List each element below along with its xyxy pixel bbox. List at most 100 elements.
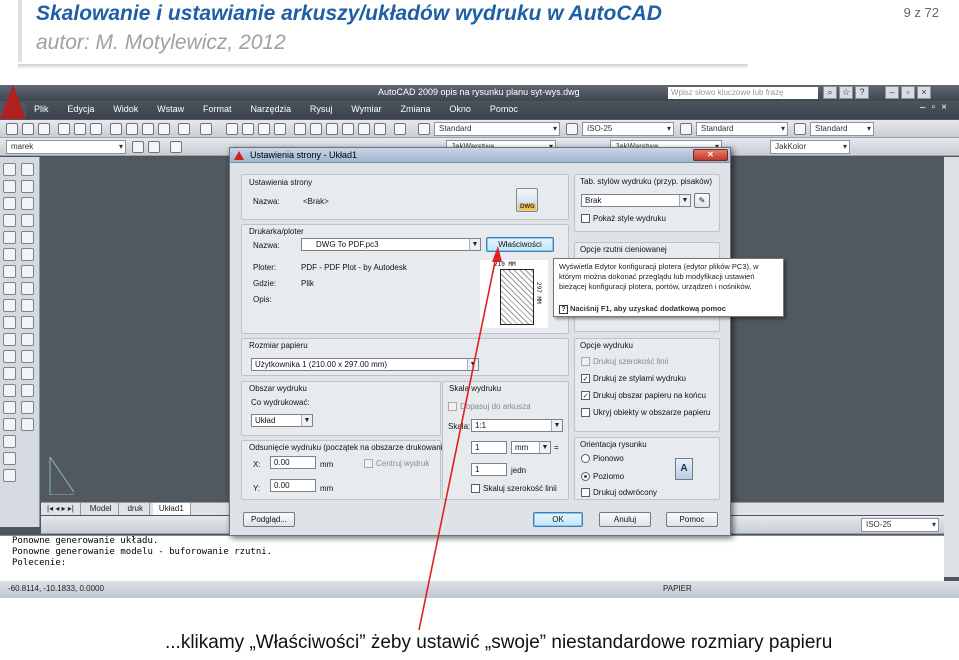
fit-to-paper-checkbox[interactable]: [448, 402, 457, 411]
plot-preview-icon[interactable]: [74, 123, 86, 135]
dim-style-select[interactable]: ISO-25: [582, 122, 674, 136]
center-plot-checkbox[interactable]: [364, 459, 373, 468]
menu-format[interactable]: Format: [195, 102, 240, 116]
document-window-controls[interactable]: –▫×: [920, 102, 953, 113]
text-style-icon[interactable]: [418, 123, 430, 135]
plot-with-styles-checkbox[interactable]: ✓: [581, 374, 590, 383]
zoom-previous-icon[interactable]: [274, 123, 286, 135]
layer-manager-icon[interactable]: [148, 141, 160, 153]
zoom-window-icon[interactable]: [258, 123, 270, 135]
workspace-select[interactable]: marek: [6, 140, 126, 154]
mleader-style-icon[interactable]: [794, 123, 806, 135]
landscape-radio[interactable]: [581, 472, 590, 481]
markup-icon[interactable]: [358, 123, 370, 135]
plot-paperspace-last-checkbox[interactable]: ✓: [581, 391, 590, 400]
plotter-device-select[interactable]: DWG To PDF.pc3 ▼: [301, 238, 481, 251]
make-block-icon[interactable]: [3, 367, 16, 380]
edit-plot-style-button[interactable]: ✎: [694, 193, 710, 208]
open-icon[interactable]: [22, 123, 34, 135]
extend-icon[interactable]: [21, 333, 34, 346]
rotate-icon[interactable]: [21, 265, 34, 278]
tab-druk[interactable]: druk: [121, 503, 150, 515]
space-toggle[interactable]: PAPIER: [663, 584, 692, 593]
menu-wstaw[interactable]: Wstaw: [149, 102, 192, 116]
trim-icon[interactable]: [21, 316, 34, 329]
pan-icon[interactable]: [226, 123, 238, 135]
revision-cloud-icon[interactable]: [3, 282, 16, 295]
snap-dimstyle-select[interactable]: ISO-25: [861, 518, 939, 532]
copy-icon[interactable]: [126, 123, 138, 135]
ellipse-arc-icon[interactable]: [3, 333, 16, 346]
help-search-input[interactable]: Wpisz słowo kluczowe lub frazę: [668, 87, 818, 99]
tab-nav[interactable]: |◂ ◂ ▸ ▸|: [41, 503, 81, 515]
paper-size-select[interactable]: Użytkownika 1 (210.00 x 297.00 mm) ▼: [251, 358, 479, 371]
menu-zmiana[interactable]: Zmiana: [393, 102, 439, 116]
fillet-icon[interactable]: [21, 401, 34, 414]
tab-uklad1[interactable]: Układ1: [152, 503, 191, 515]
scale-unit-select[interactable]: mm ▼: [511, 441, 551, 454]
plot-style-table-select[interactable]: Brak ▼: [581, 194, 691, 207]
redo-icon[interactable]: [200, 123, 212, 135]
hatch-icon[interactable]: [3, 401, 16, 414]
star-icon[interactable]: ☆: [839, 86, 853, 99]
menu-pomoc[interactable]: Pomoc: [482, 102, 526, 116]
table-icon[interactable]: [3, 452, 16, 465]
command-line[interactable]: Ponowne generowanie układu. Ponowne gene…: [0, 535, 944, 581]
color-select[interactable]: JakKolor: [770, 140, 850, 154]
table-style-icon[interactable]: [680, 123, 692, 135]
scale-num1-input[interactable]: 1: [471, 441, 507, 454]
restore-icon[interactable]: ▫: [901, 86, 915, 99]
menu-edycja[interactable]: Edycja: [59, 102, 102, 116]
scale-select[interactable]: 1:1 ▼: [471, 419, 563, 432]
polygon-icon[interactable]: [3, 214, 16, 227]
new-icon[interactable]: [6, 123, 18, 135]
region-icon[interactable]: [3, 435, 16, 448]
polyline-icon[interactable]: [3, 197, 16, 210]
explode-icon[interactable]: [21, 418, 34, 431]
menu-okno[interactable]: Okno: [441, 102, 479, 116]
offset-icon[interactable]: [21, 214, 34, 227]
preview-button[interactable]: Podgląd...: [243, 512, 295, 527]
text-style-select[interactable]: Standard: [434, 122, 560, 136]
menu-narzedzia[interactable]: Narzędzia: [242, 102, 299, 116]
search-icon[interactable]: ⌕: [823, 86, 837, 99]
circle-icon[interactable]: [3, 265, 16, 278]
erase-icon[interactable]: [21, 163, 34, 176]
help-icon[interactable]: [394, 123, 406, 135]
help-icon[interactable]: ?: [855, 86, 869, 99]
tab-model[interactable]: Model: [84, 503, 119, 515]
offset-x-input[interactable]: 0.00: [270, 456, 316, 469]
show-plot-styles-checkbox[interactable]: [581, 214, 590, 223]
rectangle-icon[interactable]: [3, 231, 16, 244]
save-icon[interactable]: [38, 123, 50, 135]
close-icon[interactable]: ×: [917, 86, 931, 99]
gradient-icon[interactable]: [3, 418, 16, 431]
sheet-set-icon[interactable]: [342, 123, 354, 135]
spline-icon[interactable]: [3, 299, 16, 312]
mleader-style-select[interactable]: Standard: [810, 122, 874, 136]
match-properties-icon[interactable]: [158, 123, 170, 135]
cut-icon[interactable]: [110, 123, 122, 135]
scale-icon[interactable]: [21, 282, 34, 295]
table-style-select[interactable]: Standard: [696, 122, 788, 136]
line-icon[interactable]: [3, 163, 16, 176]
tool-palettes-icon[interactable]: [326, 123, 338, 135]
join-icon[interactable]: [21, 367, 34, 380]
ok-button[interactable]: OK: [533, 512, 583, 527]
menu-plik[interactable]: Plik: [26, 102, 57, 116]
arc-icon[interactable]: [3, 248, 16, 261]
plot-icon[interactable]: [58, 123, 70, 135]
menu-rysuj[interactable]: Rysuj: [302, 102, 341, 116]
workspace-settings-icon[interactable]: [132, 141, 144, 153]
insert-block-icon[interactable]: [3, 350, 16, 363]
copy-object-icon[interactable]: [21, 180, 34, 193]
plot-lineweights-checkbox[interactable]: [581, 357, 590, 366]
break-icon[interactable]: [21, 350, 34, 363]
portrait-radio[interactable]: [581, 454, 590, 463]
publish-icon[interactable]: [90, 123, 102, 135]
paste-icon[interactable]: [142, 123, 154, 135]
properties-icon[interactable]: [294, 123, 306, 135]
ellipse-icon[interactable]: [3, 316, 16, 329]
cancel-button[interactable]: Anuluj: [599, 512, 651, 527]
offset-y-input[interactable]: 0.00: [270, 479, 316, 492]
